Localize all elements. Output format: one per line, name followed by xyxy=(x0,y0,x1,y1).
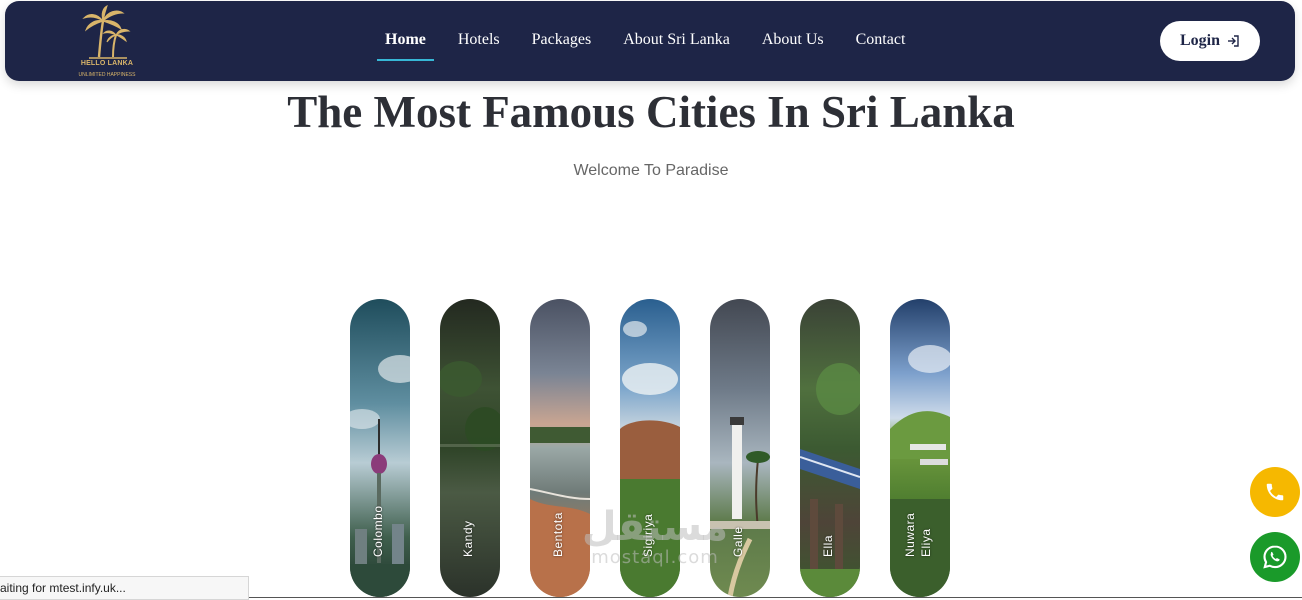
nav-about-us[interactable]: About Us xyxy=(762,31,824,49)
phone-icon xyxy=(1266,483,1284,501)
city-card-ella[interactable]: Ella xyxy=(800,299,860,597)
brand-name: HELLO LANKA xyxy=(80,60,134,67)
brand-tagline: UNLIMITED HAPPINESS xyxy=(78,72,136,78)
login-label: Login xyxy=(1179,32,1220,49)
nav-home[interactable]: Home xyxy=(377,31,434,61)
city-label: Kandy xyxy=(461,520,475,557)
city-label: Colombo xyxy=(371,505,385,557)
page-subtitle: Welcome To Paradise xyxy=(573,162,729,179)
city-card-kandy[interactable]: Kandy xyxy=(440,299,500,597)
whatsapp-icon xyxy=(1263,545,1287,569)
login-button[interactable]: Login xyxy=(1160,21,1260,61)
browser-status-bar: aiting for mtest.infy.uk... xyxy=(0,576,249,600)
main-nav: Home Hotels Packages About Sri Lanka Abo… xyxy=(377,31,937,61)
divider xyxy=(249,597,1302,598)
page-title: The Most Famous Cities In Sri Lanka xyxy=(287,87,1015,137)
city-card-colombo[interactable]: Colombo xyxy=(350,299,410,597)
nav-about-sri-lanka[interactable]: About Sri Lanka xyxy=(623,31,730,49)
city-label: Ella xyxy=(821,534,835,557)
watermark: مستقل mostaql.com xyxy=(581,504,729,568)
phone-button[interactable] xyxy=(1250,467,1300,517)
whatsapp-button[interactable] xyxy=(1250,532,1300,582)
palm-trees-icon xyxy=(82,5,131,59)
brand-logo[interactable]: HELLO LANKA UNLIMITED HAPPINESS xyxy=(67,5,147,81)
nav-packages[interactable]: Packages xyxy=(532,31,592,49)
city-card-nuwara-eliya[interactable]: Nuwara Eliya xyxy=(890,299,950,597)
nav-contact[interactable]: Contact xyxy=(856,31,906,49)
navbar: HELLO LANKA UNLIMITED HAPPINESS Home Hot… xyxy=(5,1,1295,81)
login-arrow-icon xyxy=(1228,35,1239,47)
city-label: Nuwara Eliya xyxy=(903,512,933,557)
nav-hotels[interactable]: Hotels xyxy=(458,31,500,49)
